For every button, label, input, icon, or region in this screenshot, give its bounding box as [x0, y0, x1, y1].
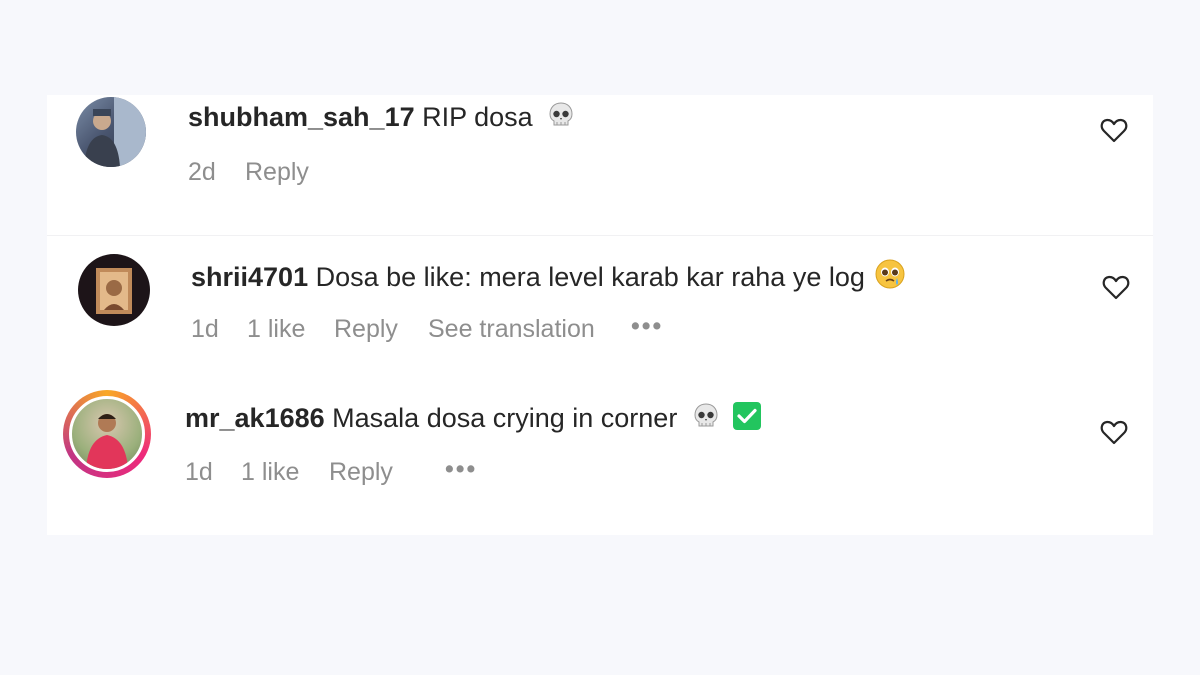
reply-button[interactable]: Reply: [245, 158, 309, 187]
heart-icon[interactable]: [1100, 117, 1128, 143]
comment-line: mr_ak1686 Masala dosa crying in corner: [185, 401, 762, 438]
comment-meta: 1d 1 like Reply •••: [185, 455, 585, 488]
avatar[interactable]: [69, 396, 145, 472]
comment-item: shrii4701 Dosa be like: mera level karab…: [47, 235, 1153, 376]
more-options-icon[interactable]: •••: [631, 312, 663, 341]
like-count[interactable]: 1 like: [247, 315, 305, 344]
skull-emoji: [546, 100, 576, 137]
comment-item: shubham_sah_17 RIP dosa 2d Reply: [47, 95, 1153, 235]
check-mark-emoji: [732, 401, 762, 438]
see-translation-button[interactable]: See translation: [428, 315, 595, 344]
username[interactable]: shubham_sah_17: [188, 102, 415, 132]
username[interactable]: mr_ak1686: [185, 403, 325, 433]
comment-line: shrii4701 Dosa be like: mera level karab…: [191, 258, 906, 297]
avatar[interactable]: [78, 254, 150, 326]
reply-button[interactable]: Reply: [329, 458, 393, 487]
comment-item: mr_ak1686 Masala dosa crying in corner 1…: [47, 385, 1153, 525]
more-options-icon[interactable]: •••: [445, 455, 477, 484]
reply-button[interactable]: Reply: [334, 315, 398, 344]
avatar[interactable]: [76, 97, 146, 167]
pleading-face-emoji: [874, 258, 906, 297]
username[interactable]: shrii4701: [191, 262, 308, 292]
skull-emoji: [691, 401, 721, 438]
comment-time: 2d: [188, 158, 216, 186]
heart-icon[interactable]: [1100, 419, 1128, 445]
comment-text: RIP dosa: [422, 102, 533, 132]
comment-meta: 2d Reply: [188, 158, 588, 188]
comment-text: Masala dosa crying in corner: [332, 403, 678, 433]
comment-meta: 1d 1 like Reply See translation •••: [191, 312, 751, 345]
comment-line: shubham_sah_17 RIP dosa: [188, 100, 576, 137]
heart-icon[interactable]: [1102, 274, 1130, 300]
comment-time: 1d: [185, 458, 213, 486]
like-count[interactable]: 1 like: [241, 458, 299, 487]
comment-text: Dosa be like: mera level karab kar raha …: [315, 262, 865, 292]
comment-time: 1d: [191, 315, 219, 343]
comments-panel: shubham_sah_17 RIP dosa 2d Reply shrii47…: [47, 95, 1153, 535]
